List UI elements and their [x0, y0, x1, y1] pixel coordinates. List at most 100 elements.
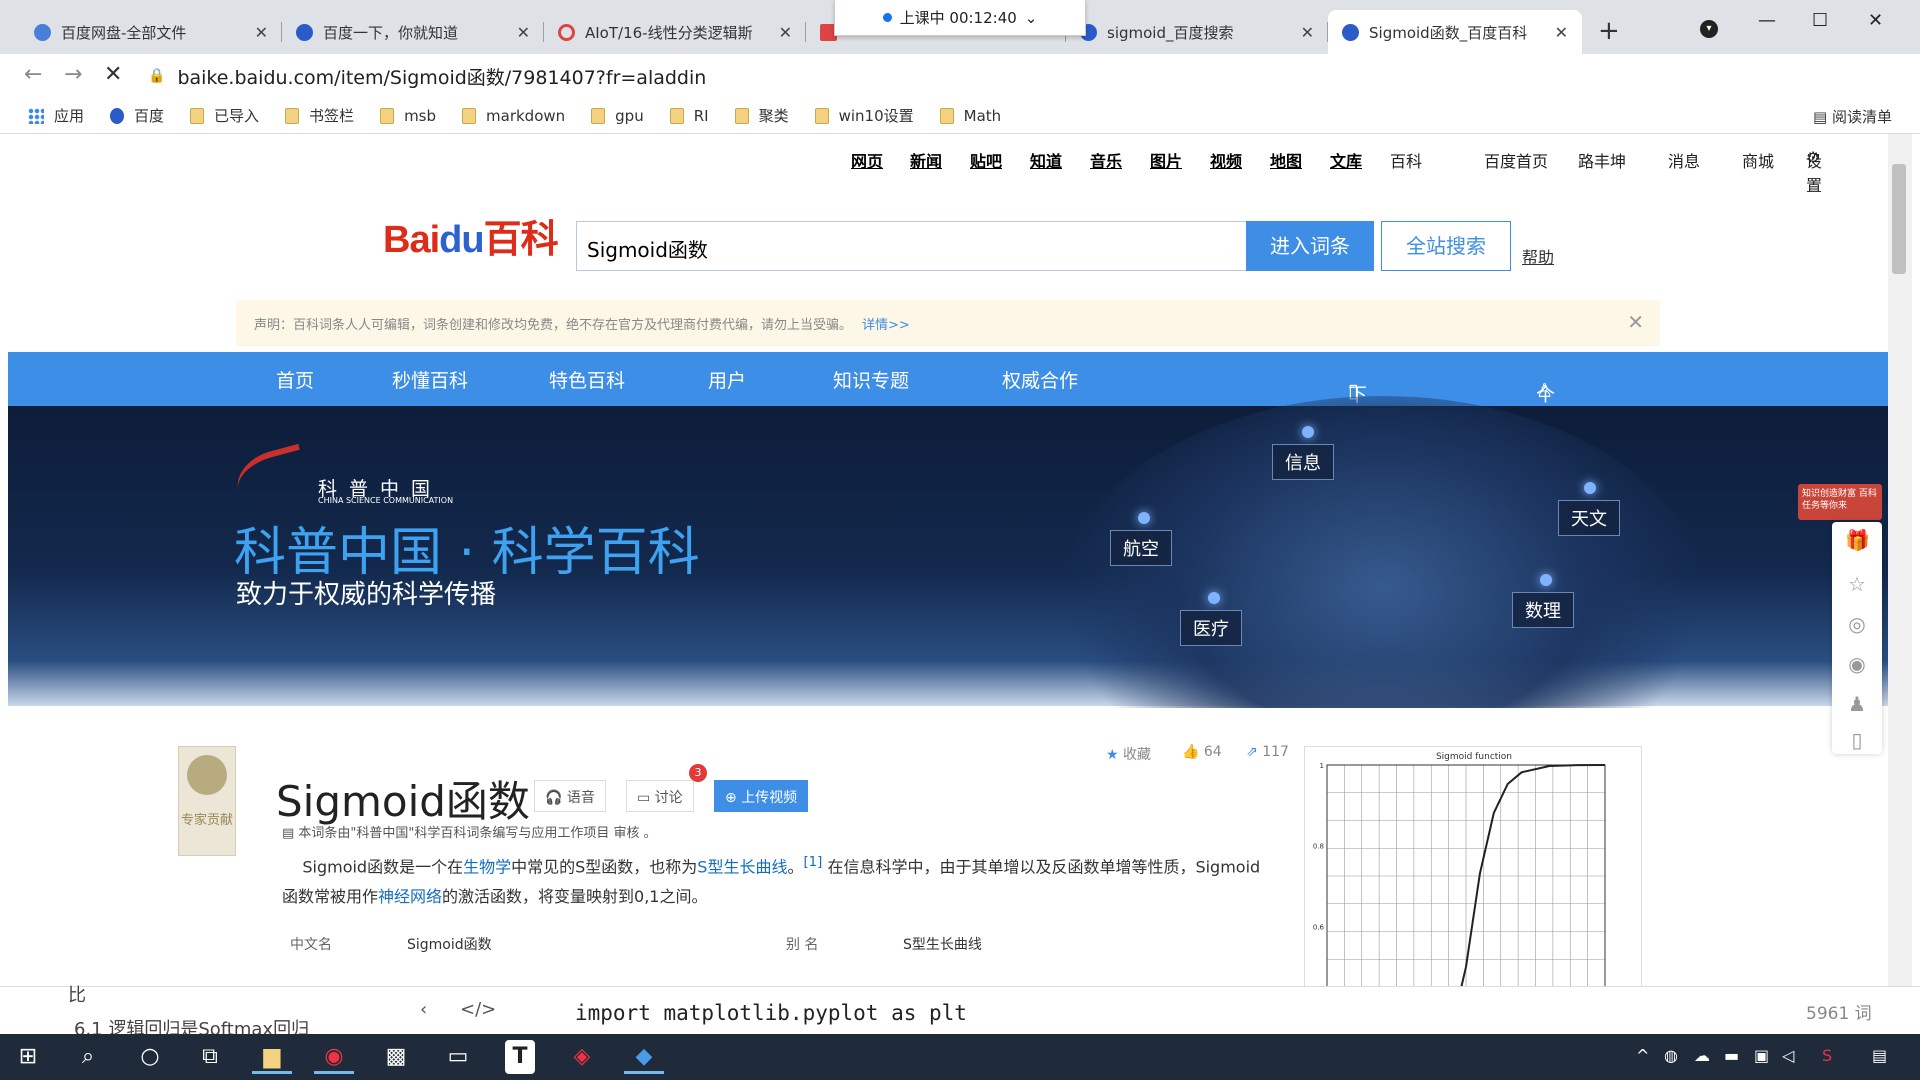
bookmark-apps[interactable]: 应用 [28, 105, 84, 126]
task-view-icon[interactable]: ⧉ [190, 1040, 230, 1074]
tag-medical[interactable]: 医疗 [1180, 610, 1242, 646]
battery-icon[interactable]: ▬ [1724, 1046, 1739, 1065]
nav-home[interactable]: 首页 [276, 366, 314, 393]
stop-loading-icon[interactable]: ✕ [104, 62, 122, 87]
link-neural-network[interactable]: 神经网络 [378, 887, 442, 906]
messages-link[interactable]: 消息 [1668, 148, 1700, 172]
close-icon[interactable]: ✕ [779, 23, 792, 42]
bookmark-folder[interactable]: markdown [462, 107, 565, 125]
code-line[interactable]: import matplotlib.pyplot as plt [575, 1001, 967, 1025]
baike-logo[interactable]: Baidu百科 [383, 208, 559, 263]
mobile-icon[interactable]: ▯ [1845, 728, 1869, 752]
chevron-left-icon[interactable]: ‹ [420, 999, 427, 1020]
nav-link[interactable]: 视频 [1210, 148, 1242, 172]
terminal-icon[interactable]: ▭ [438, 1040, 478, 1074]
close-icon[interactable]: ✕ [255, 23, 268, 42]
close-icon[interactable]: ✕ [517, 23, 530, 42]
nav-link[interactable]: 地图 [1270, 148, 1302, 172]
new-tab-button[interactable]: + [1598, 16, 1620, 46]
nav-partners[interactable]: 权威合作 [1002, 366, 1078, 393]
link-biology[interactable]: 生物学 [463, 857, 511, 876]
mall-link[interactable]: 商城 [1742, 148, 1774, 172]
minimize-icon[interactable]: — [1758, 10, 1776, 31]
maximize-icon[interactable]: ☐ [1812, 10, 1828, 31]
paint-icon[interactable]: ▩ [376, 1040, 416, 1074]
bookmark-folder[interactable]: 书签栏 [285, 105, 354, 126]
nav-link[interactable]: 图片 [1150, 148, 1182, 172]
notice-details-link[interactable]: 详情>> [862, 318, 910, 333]
star-icon[interactable]: ☆ [1845, 572, 1869, 596]
tab-aiot[interactable]: AIoT/16-线性分类逻辑斯 ✕ [544, 10, 806, 54]
nav-featured[interactable]: 特色百科 [549, 366, 625, 393]
qq-icon[interactable]: ♟ [1845, 692, 1869, 716]
pdf-icon[interactable]: ◈ [562, 1040, 602, 1074]
nav-topics[interactable]: 知识专题 [833, 366, 909, 393]
nav-link[interactable]: 贴吧 [970, 148, 1002, 172]
input-method-icon[interactable]: S [1822, 1046, 1832, 1065]
window-close-icon[interactable]: ✕ [1868, 10, 1883, 31]
volume-icon[interactable]: ◁ [1782, 1046, 1794, 1065]
windows-start-icon[interactable]: ⊞ [8, 1040, 48, 1074]
shield-icon[interactable]: ◍ [1664, 1046, 1678, 1065]
recording-indicator[interactable]: 上课中 00:12:40 ⌄ [834, 0, 1086, 36]
tag-info[interactable]: 信息 [1272, 444, 1334, 480]
sigmoid-chart-image[interactable]: Sigmoid function 1 0.8 0.6 [1304, 746, 1642, 986]
wechat-icon[interactable]: ◉ [1845, 652, 1869, 676]
nav-link[interactable]: 知道 [1030, 148, 1062, 172]
chevron-up-icon[interactable]: ^ [1636, 1046, 1649, 1065]
cloud-icon[interactable]: ☁ [1694, 1046, 1710, 1065]
voice-button[interactable]: 🎧 语音 [534, 780, 606, 812]
page-scrollbar[interactable] [1888, 134, 1912, 986]
search-icon[interactable]: ⌕ [68, 1040, 108, 1074]
share-button[interactable]: ⇗ 117 [1246, 744, 1289, 760]
expert-contribution-badge[interactable]: 专家贡献 [178, 746, 236, 856]
chrome-icon[interactable]: ◉ [314, 1040, 354, 1074]
baidu-home-link[interactable]: 百度首页 [1484, 148, 1548, 172]
site-search-button[interactable]: 全站搜索 [1381, 221, 1511, 271]
nav-miaodong[interactable]: 秒懂百科 [392, 366, 468, 393]
tab-baidu-pan[interactable]: 百度网盘-全部文件 ✕ [20, 10, 282, 54]
tag-math-physics[interactable]: 数理 [1512, 592, 1574, 628]
bookmark-folder[interactable]: RI [669, 107, 709, 125]
reading-list[interactable]: ▤ 阅读清单 [1813, 106, 1892, 127]
bookmark-folder[interactable]: 已导入 [190, 105, 259, 126]
tab-sigmoid-search[interactable]: sigmoid_百度搜索 ✕ [1066, 10, 1328, 54]
address-bar[interactable]: 🔒 baike.baidu.com/item/Sigmoid函数/7981407… [148, 60, 1788, 92]
close-icon[interactable]: ✕ [1301, 23, 1314, 42]
bookmark-folder[interactable]: 聚类 [734, 105, 789, 126]
nav-link[interactable]: 文库 [1330, 148, 1362, 172]
link-s-curve[interactable]: S型生长曲线 [697, 857, 787, 876]
weibo-icon[interactable]: ◎ [1845, 612, 1869, 636]
help-link[interactable]: 帮助 [1522, 244, 1554, 268]
close-icon[interactable]: ✕ [1555, 23, 1568, 42]
forward-icon[interactable]: → [64, 62, 82, 87]
tab-baidu-home[interactable]: 百度一下，你就知道 ✕ [282, 10, 544, 54]
bookmark-baidu[interactable]: 百度 [110, 105, 164, 126]
tab-sigmoid-baike[interactable]: Sigmoid函数_百度百科 ✕ [1328, 10, 1582, 54]
nav-link[interactable]: 音乐 [1090, 148, 1122, 172]
notifications-icon[interactable]: ▤ [1872, 1046, 1887, 1065]
reference-link[interactable]: [1] [803, 855, 822, 870]
bookmark-folder[interactable]: msb [380, 107, 436, 125]
tag-aviation[interactable]: 航空 [1110, 530, 1172, 566]
bookmark-folder[interactable]: win10设置 [814, 105, 914, 126]
cortana-icon[interactable]: ○ [130, 1040, 170, 1074]
close-icon[interactable]: ✕ [1627, 310, 1644, 334]
scrollbar-thumb[interactable] [1892, 164, 1906, 274]
discuss-button[interactable]: ▭ 讨论 [626, 780, 694, 812]
nav-link[interactable]: 网页 [851, 148, 883, 172]
nav-link[interactable]: 新闻 [910, 148, 942, 172]
vscode-icon[interactable]: ◆ [624, 1040, 664, 1074]
upload-video-button[interactable]: ⊕ 上传视频 [714, 780, 809, 812]
gift-icon[interactable]: 🎁 [1845, 528, 1870, 552]
like-button[interactable]: 👍 64 [1182, 744, 1222, 760]
nav-users[interactable]: 用户 [708, 366, 746, 393]
network-icon[interactable]: ▣ [1754, 1046, 1769, 1065]
back-icon[interactable]: ← [24, 62, 42, 87]
bookmark-folder[interactable]: gpu [591, 107, 644, 125]
task-promo-tag[interactable]: 知识创造财富 百科任务等你来 [1798, 484, 1882, 520]
file-explorer-icon[interactable]: ▆ [252, 1040, 292, 1074]
enter-entry-button[interactable]: 进入词条 [1246, 221, 1374, 271]
bookmark-folder[interactable]: Math [939, 107, 1001, 125]
nav-link[interactable]: 百科 [1390, 148, 1422, 172]
